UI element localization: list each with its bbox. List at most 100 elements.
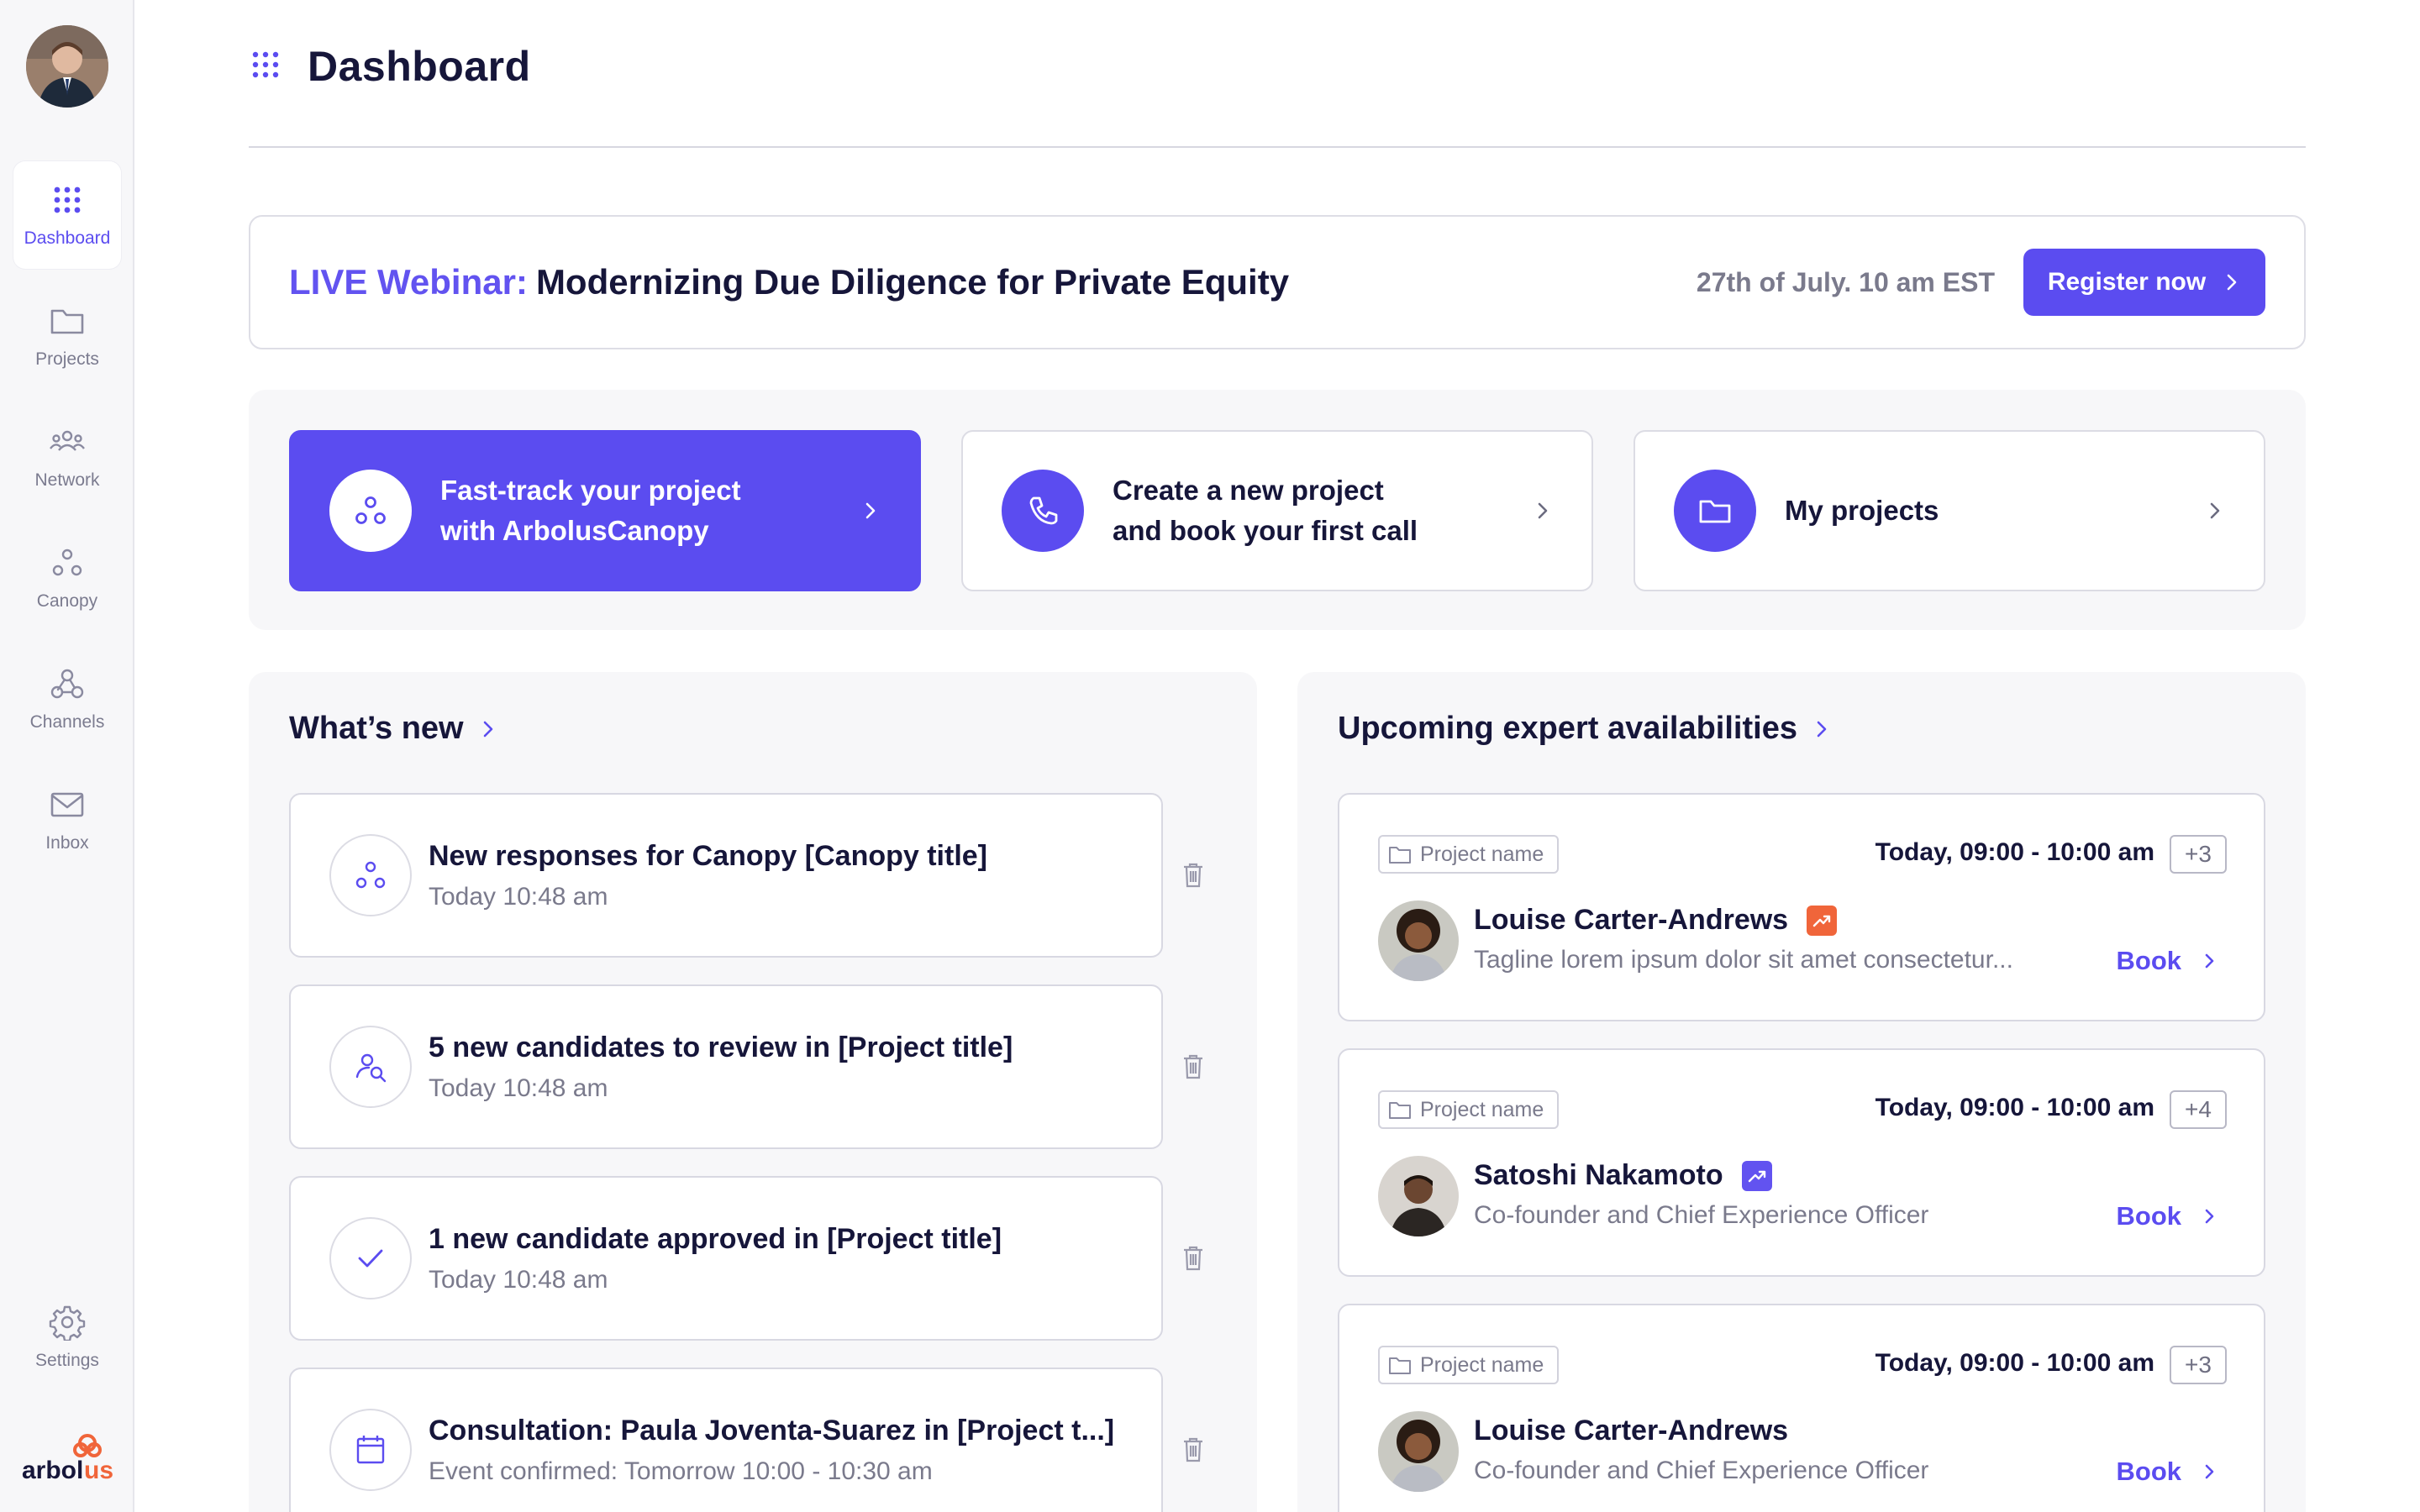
people-icon: [50, 430, 85, 451]
project-tag[interactable]: Project name: [1378, 1346, 1560, 1384]
webhook-icon: [50, 669, 84, 699]
fast-track-line1: Fast-track your project: [440, 475, 741, 506]
feed-item-time: Event confirmed: Tomorrow 10:00 - 10:30 …: [429, 1457, 933, 1485]
page-header: Dashboard: [249, 42, 531, 91]
trash-icon[interactable]: [1181, 1245, 1205, 1272]
register-now-label: Register now: [2047, 268, 2207, 296]
grid-icon[interactable]: [249, 48, 282, 86]
project-tag-label: Project name: [1420, 842, 1544, 866]
book-button[interactable]: Book: [2117, 1457, 2219, 1487]
chevron-right-icon: [2205, 1209, 2214, 1224]
expert-tagline: Co-founder and Chief Experience Officer: [1474, 1457, 1929, 1484]
whats-new-heading[interactable]: What’s new: [289, 711, 497, 747]
project-tag[interactable]: Project name: [1378, 1090, 1560, 1129]
upcoming-heading[interactable]: Upcoming expert availabilities: [1338, 711, 1831, 747]
expert-name-text: Louise Carter-Andrews: [1474, 904, 1789, 936]
canopy-icon: [329, 834, 412, 916]
more-slots-badge[interactable]: +4: [2170, 1090, 2227, 1129]
expert-avatar: [1378, 1156, 1459, 1236]
expert-card: Project name Today, 09:00 - 10:00 am +4 …: [1338, 1048, 2265, 1277]
book-label: Book: [2116, 1201, 2182, 1231]
expert-card: Project name Today, 09:00 - 10:00 am +3 …: [1338, 793, 2265, 1021]
feed-item-title: New responses for Canopy [Canopy title]: [429, 839, 987, 872]
trash-icon[interactable]: [1181, 1436, 1205, 1463]
expert-name[interactable]: Louise Carter-Andrews: [1474, 904, 1838, 937]
fast-track-line2: with ArbolusCanopy: [440, 515, 709, 546]
arbolus-logo: arbol us: [18, 1428, 118, 1487]
folder-icon: [1389, 1102, 1411, 1119]
expert-avatar: [1378, 1411, 1459, 1492]
book-label: Book: [2116, 946, 2182, 975]
book-button[interactable]: Book: [2117, 1201, 2219, 1231]
create-project-line1: Create a new project: [1113, 475, 1384, 506]
chevron-right-icon: [2210, 502, 2220, 519]
book-label: Book: [2116, 1457, 2182, 1486]
quick-actions-panel: Fast-track your project with ArbolusCano…: [249, 390, 2306, 630]
svg-text:arbol: arbol: [22, 1457, 83, 1484]
webinar-banner: LIVE Webinar: Modernizing Due Diligence …: [249, 215, 2306, 349]
nav-settings[interactable]: Settings: [13, 1284, 121, 1391]
more-slots-badge[interactable]: +3: [2170, 1346, 2227, 1384]
sidebar: Dashboard Projects Network Canopy Channe…: [0, 0, 134, 1512]
nav-label: Channels: [29, 712, 105, 732]
feed-item-time: Today 10:48 am: [429, 1265, 608, 1294]
feed-item-title: Consultation: Paula Joventa-Suarez in [P…: [429, 1414, 1115, 1446]
nav-channels[interactable]: Channels: [13, 645, 121, 753]
user-avatar[interactable]: [26, 25, 108, 108]
expert-name[interactable]: Satoshi Nakamoto: [1474, 1159, 1772, 1192]
feed-item[interactable]: 1 new candidate approved in [Project tit…: [289, 1176, 1163, 1341]
trash-icon[interactable]: [1181, 1053, 1205, 1080]
more-slots-badge[interactable]: +3: [2170, 835, 2227, 874]
chevron-right-icon: [2205, 1464, 2214, 1479]
book-button[interactable]: Book: [2117, 946, 2219, 976]
register-now-button[interactable]: Register now: [2023, 249, 2265, 316]
my-projects-card[interactable]: My projects: [1634, 430, 2265, 591]
webinar-date: 27th of July. 10 am EST: [1696, 266, 1995, 297]
feed-item[interactable]: Consultation: Paula Joventa-Suarez in [P…: [289, 1368, 1163, 1512]
nav-inbox[interactable]: Inbox: [13, 766, 121, 874]
header-divider: [249, 146, 2306, 148]
nav-label: Dashboard: [24, 228, 111, 248]
canopy-icon: [329, 470, 412, 552]
folder-icon: [50, 309, 84, 334]
folder-icon: [1389, 1357, 1411, 1374]
whats-new-panel: What’s new New responses for Canopy [Can…: [249, 672, 1257, 1512]
nav-network[interactable]: Network: [13, 403, 121, 511]
feed-item[interactable]: New responses for Canopy [Canopy title] …: [289, 793, 1163, 958]
create-project-line2: and book your first call: [1113, 515, 1418, 546]
expert-tagline: Co-founder and Chief Experience Officer: [1474, 1201, 1929, 1229]
nav-canopy[interactable]: Canopy: [13, 524, 121, 632]
user-search-icon: [329, 1026, 412, 1108]
project-tag[interactable]: Project name: [1378, 835, 1560, 874]
feed-item[interactable]: 5 new candidates to review in [Project t…: [289, 984, 1163, 1149]
nav-projects[interactable]: Projects: [13, 282, 121, 390]
page-title: Dashboard: [308, 43, 531, 90]
expert-name-text: Satoshi Nakamoto: [1474, 1159, 1723, 1191]
project-tag-label: Project name: [1420, 1352, 1544, 1377]
fast-track-text: Fast-track your project with ArbolusCano…: [440, 470, 793, 551]
phone-icon: [1002, 470, 1084, 552]
chevron-right-icon: [2205, 953, 2214, 969]
chevron-right-icon: [1817, 721, 1827, 737]
nav-label: Settings: [35, 1351, 99, 1370]
nav-label: Inbox: [45, 833, 89, 853]
mail-icon: [50, 792, 84, 817]
trash-icon[interactable]: [1181, 862, 1205, 889]
chevron-right-icon: [1538, 502, 1548, 519]
availability-time: Today, 09:00 - 10:00 am: [1875, 838, 2154, 866]
fast-track-card[interactable]: Fast-track your project with ArbolusCano…: [289, 430, 921, 591]
create-project-card[interactable]: Create a new project and book your first…: [961, 430, 1593, 591]
my-projects-text: My projects: [1785, 491, 2138, 531]
availability-time: Today, 09:00 - 10:00 am: [1875, 1094, 2154, 1121]
chevron-right-icon: [865, 502, 876, 519]
create-project-text: Create a new project and book your first…: [1113, 470, 1465, 551]
nav-label: Canopy: [36, 591, 98, 611]
nav-dashboard[interactable]: Dashboard: [13, 161, 121, 269]
feed-item-time: Today 10:48 am: [429, 882, 608, 911]
expert-name[interactable]: Louise Carter-Andrews: [1474, 1415, 1788, 1447]
nav-label: Network: [34, 470, 100, 490]
feed-item-title: 5 new candidates to review in [Project t…: [429, 1031, 1013, 1063]
upcoming-title: Upcoming expert availabilities: [1338, 711, 1797, 746]
folder-icon: [1389, 847, 1411, 864]
check-icon: [329, 1217, 412, 1299]
